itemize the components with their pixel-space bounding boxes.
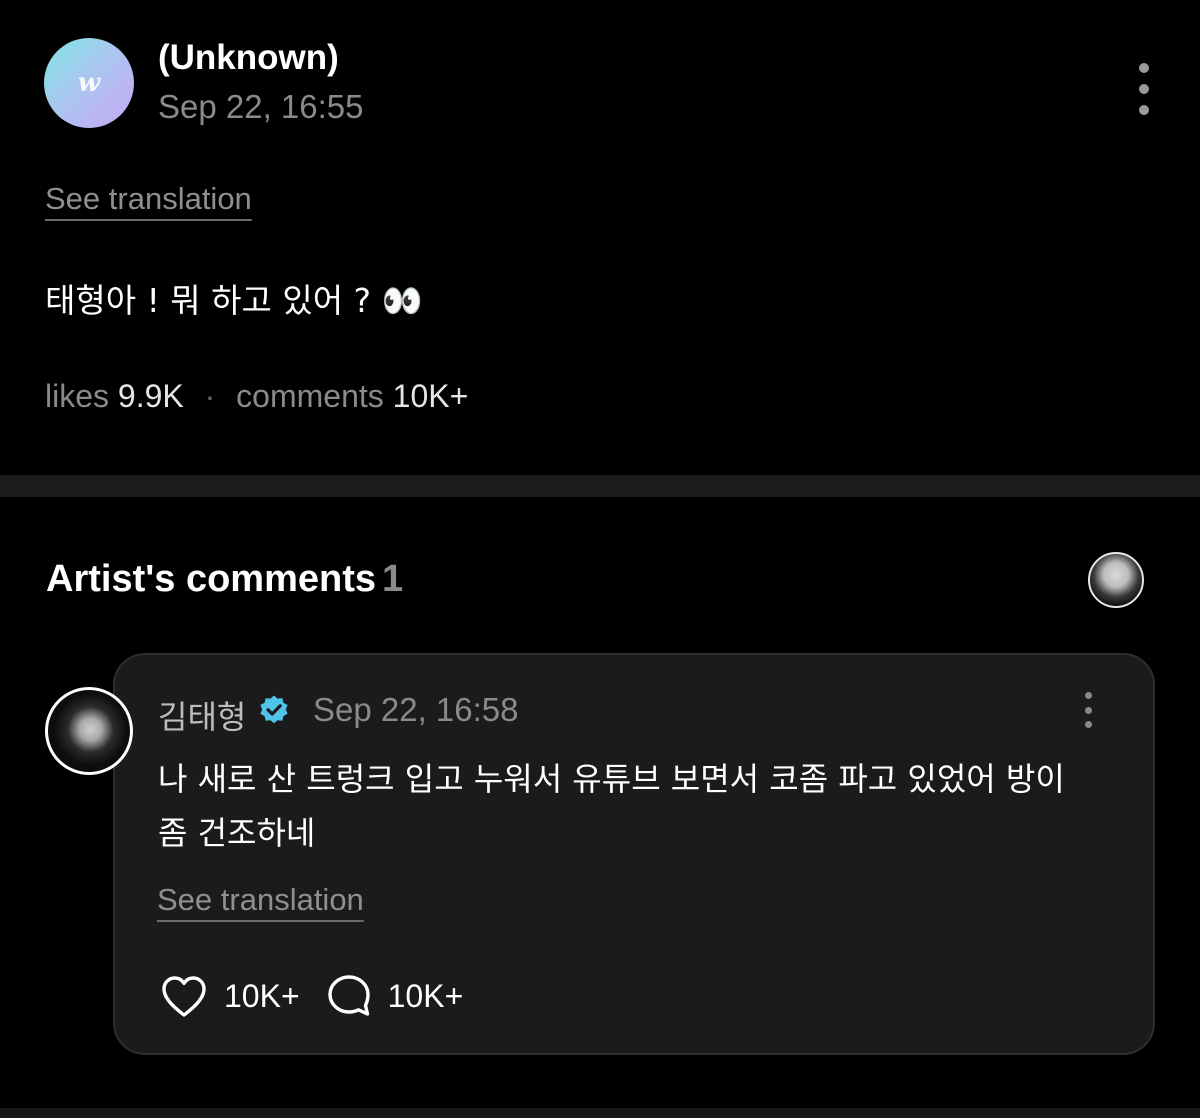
likes-label: likes bbox=[45, 378, 110, 414]
like-button[interactable]: 10K+ bbox=[160, 974, 300, 1018]
see-translation-link[interactable]: See translation bbox=[45, 181, 252, 217]
comment-author[interactable]: 김태형 bbox=[158, 692, 246, 738]
bottom-divider bbox=[0, 1108, 1200, 1118]
post-author[interactable]: (Unknown) bbox=[158, 38, 339, 78]
verified-badge-icon bbox=[260, 695, 288, 724]
user-avatar[interactable]: w bbox=[44, 38, 134, 128]
reply-button[interactable]: 10K+ bbox=[326, 973, 464, 1019]
like-count: 10K+ bbox=[224, 977, 300, 1014]
post-stats: likes 9.9K · comments 10K+ bbox=[45, 378, 468, 415]
section-divider bbox=[0, 475, 1200, 497]
comments-count[interactable]: 10K+ bbox=[393, 378, 469, 414]
post: w (Unknown) Sep 22, 16:55 See translatio… bbox=[0, 0, 1200, 475]
post-body: 태형아 ! 뭐 하고 있어 ? 👀 bbox=[45, 281, 423, 320]
post-timestamp: Sep 22, 16:55 bbox=[158, 88, 364, 125]
reply-count: 10K+ bbox=[387, 977, 464, 1014]
comment-actions: 10K+ 10K+ bbox=[160, 972, 463, 1020]
stats-separator: · bbox=[204, 378, 216, 414]
likes-count[interactable]: 9.9K bbox=[118, 378, 184, 414]
artist-comments-title: Artist's comments bbox=[46, 558, 377, 600]
artist-comments-count: 1 bbox=[382, 558, 404, 600]
comment-bubble-icon bbox=[327, 975, 370, 1016]
comments-label: comments bbox=[236, 378, 384, 414]
heart-icon bbox=[162, 976, 206, 1017]
comment-text: 나 새로 산 트렁크 입고 누워서 유튜브 보면서 코좀 파고 있었어 방이 좀… bbox=[158, 760, 1065, 852]
artist-avatar[interactable] bbox=[45, 687, 133, 775]
comment-more-options-icon[interactable] bbox=[1081, 692, 1095, 728]
more-options-icon[interactable] bbox=[1137, 63, 1151, 115]
weverse-logo-icon: w bbox=[77, 68, 101, 98]
artist-comments-heading: Artist's comments 1 bbox=[46, 558, 403, 601]
artist-avatar-small[interactable] bbox=[1088, 552, 1144, 608]
comment-timestamp: Sep 22, 16:58 bbox=[313, 691, 519, 728]
comment-see-translation-link[interactable]: See translation bbox=[157, 882, 364, 918]
